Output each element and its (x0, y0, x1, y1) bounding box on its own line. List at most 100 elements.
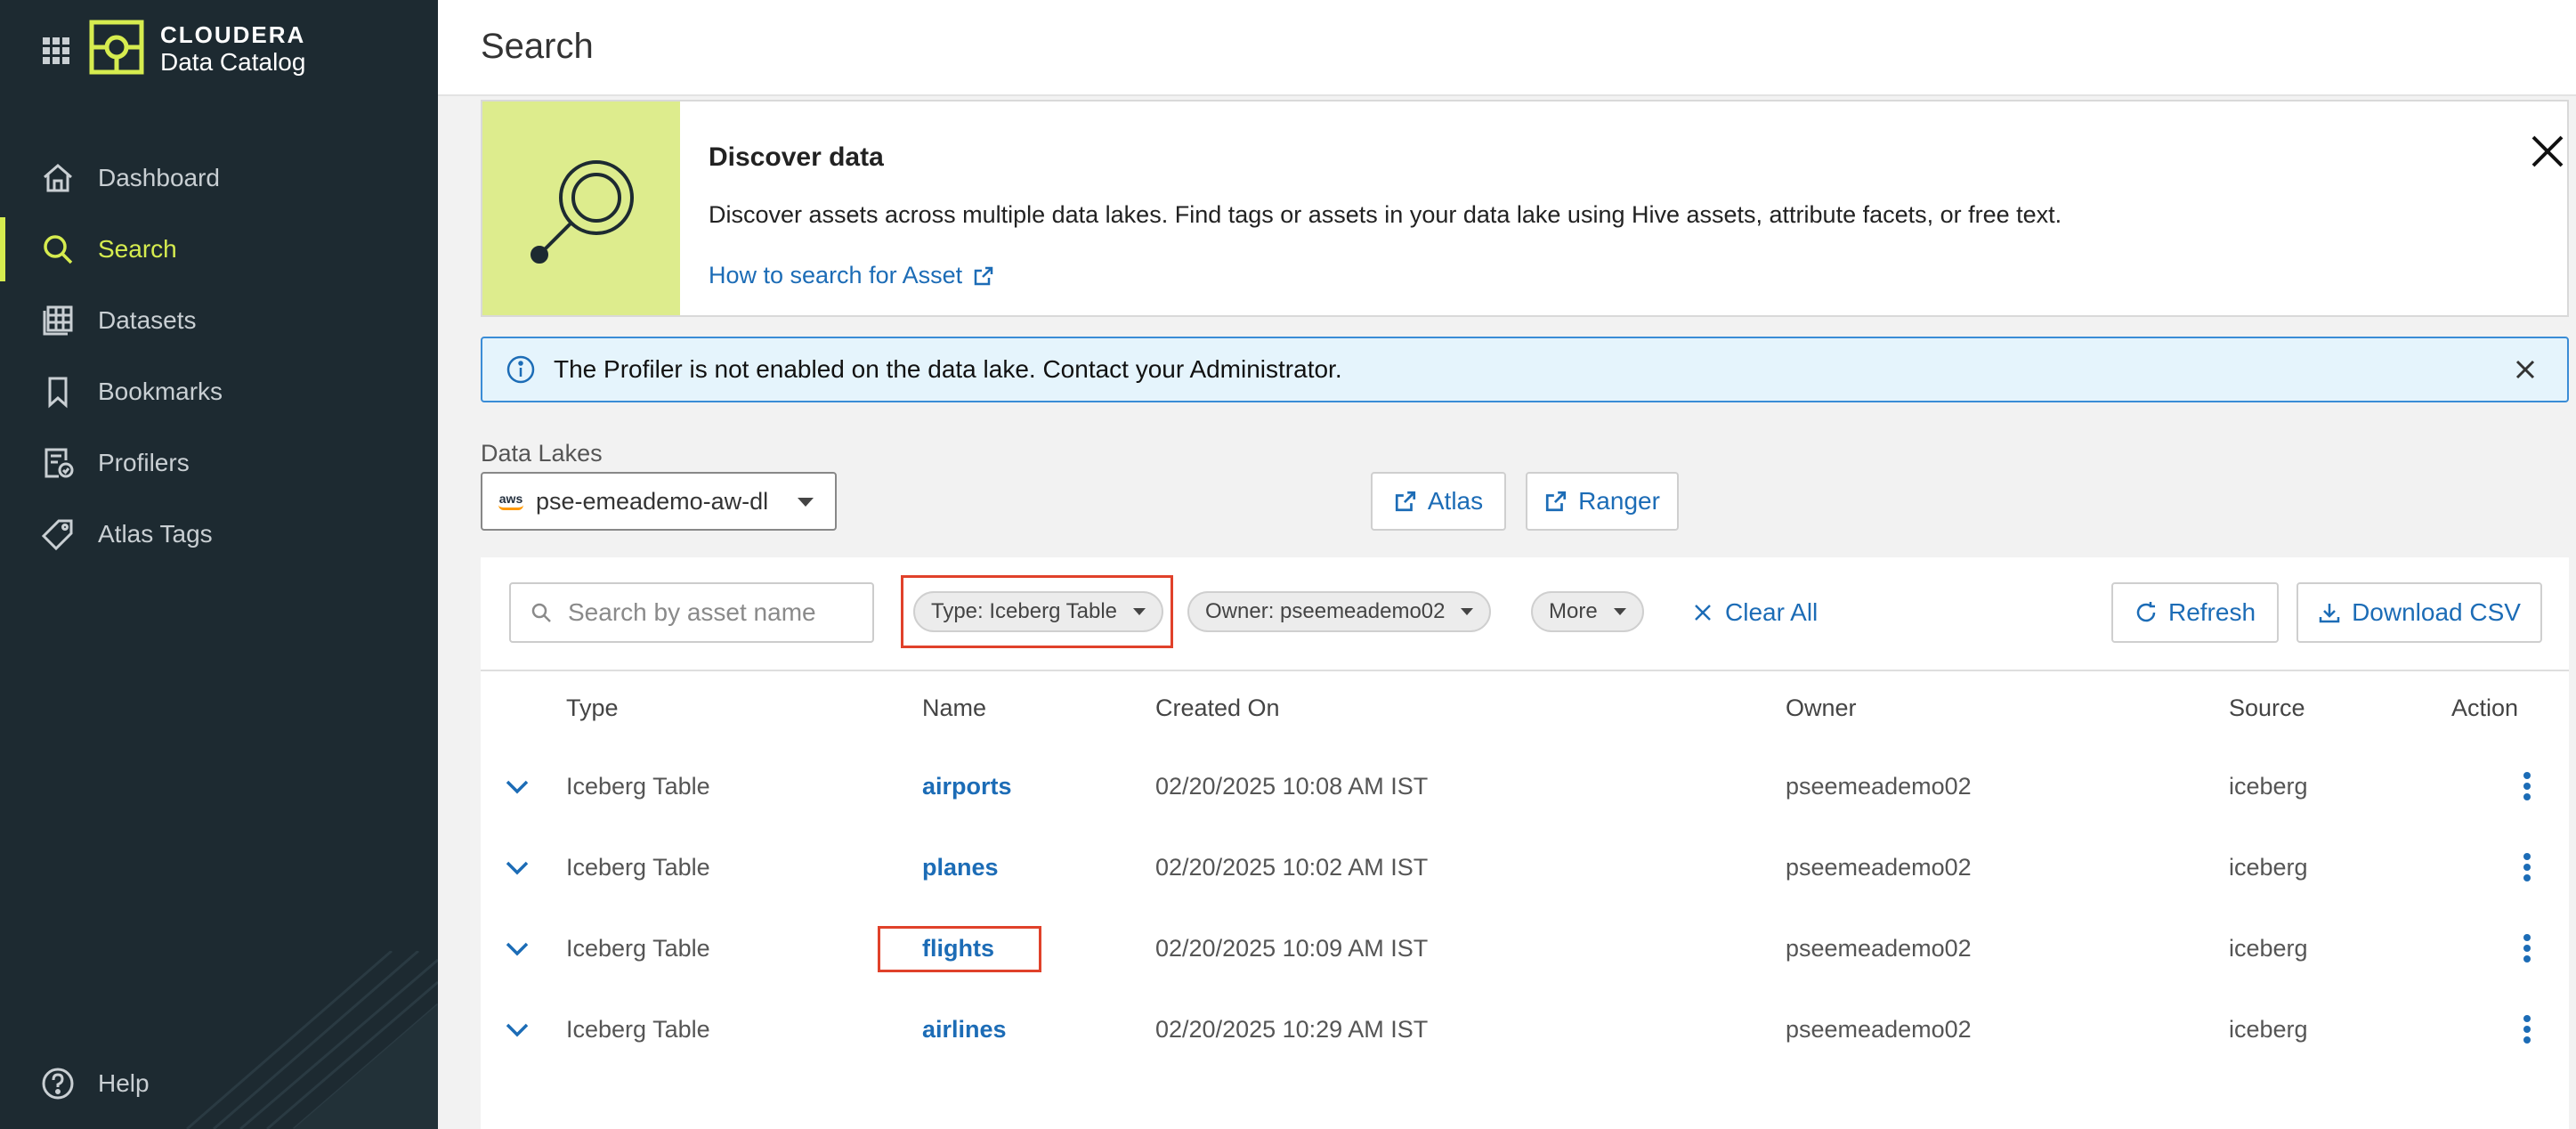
datasets-icon (43, 305, 73, 336)
alert-message: The Profiler is not enabled on the data … (554, 355, 1342, 383)
column-header-name[interactable]: Name (922, 694, 986, 722)
column-header-created-on[interactable]: Created On (1155, 694, 1280, 722)
apps-grid-icon[interactable] (41, 36, 71, 66)
home-icon (44, 164, 72, 192)
row-name-link[interactable]: planes (922, 827, 999, 908)
sidebar-item-search[interactable]: Search (0, 214, 438, 285)
sidebar-nav: Dashboard Search Datasets Bookmarks Prof… (0, 142, 438, 570)
download-csv-button[interactable]: Download CSV (2297, 582, 2542, 643)
alert-close-icon[interactable] (2514, 358, 2537, 381)
tag-icon (41, 519, 73, 551)
external-link-icon (974, 266, 993, 285)
clear-all-label: Clear All (1725, 598, 1819, 626)
data-lakes-label: Data Lakes (481, 440, 603, 467)
row-name-link[interactable]: airlines (922, 989, 1007, 1070)
kebab-menu-icon[interactable] (2523, 852, 2531, 882)
row-type: Iceberg Table (566, 854, 710, 881)
sidebar-decoration (186, 951, 438, 1129)
column-header-action: Action (2451, 694, 2519, 721)
magnifier-illustration-icon (531, 160, 634, 264)
how-to-search-label: How to search for Asset (709, 262, 963, 288)
external-link-icon (1395, 491, 1415, 512)
row-owner: pseemeademo02 (1786, 773, 1972, 800)
owner-filter-label: Owner: pseemeademo02 (1205, 599, 1446, 623)
sidebar-item-dashboard[interactable]: Dashboard (0, 142, 438, 214)
help-link[interactable]: Help (41, 1067, 150, 1101)
more-filter-chip[interactable]: More (1531, 591, 1644, 632)
chevron-down-icon (798, 498, 814, 507)
info-icon (506, 355, 535, 384)
sidebar-item-label: Atlas Tags (98, 520, 213, 548)
chevron-down-icon[interactable] (504, 773, 531, 800)
brand: CLOUDERA Data Catalog (160, 21, 305, 77)
ranger-button[interactable]: Ranger (1526, 472, 1679, 531)
external-link-icon (1545, 491, 1567, 512)
data-lake-select[interactable]: aws pse-emeademo-aw-dl (481, 472, 837, 531)
close-icon (1695, 605, 1711, 621)
refresh-icon (2136, 602, 2156, 622)
discover-banner: Discover data Discover assets across mul… (481, 100, 2569, 317)
row-source: iceberg (2229, 854, 2308, 881)
kebab-menu-icon[interactable] (2523, 933, 2531, 963)
column-header-type[interactable]: Type (566, 694, 619, 722)
sidebar-item-datasets[interactable]: Datasets (0, 285, 438, 356)
table-row: Iceberg Table airports 02/20/2025 10:08 … (481, 746, 2569, 827)
row-created-on: 02/20/2025 10:29 AM IST (1155, 1016, 1429, 1043)
sidebar-item-label: Search (98, 235, 177, 263)
profiler-icon (45, 448, 74, 478)
owner-filter-chip[interactable]: Owner: pseemeademo02 (1187, 591, 1492, 632)
help-label: Help (98, 1069, 150, 1097)
close-icon[interactable] (2530, 134, 2565, 169)
search-results-card: Search by asset name Type: Iceberg Table… (481, 557, 2569, 1129)
sidebar-item-profilers[interactable]: Profilers (0, 427, 438, 499)
search-icon (531, 603, 551, 622)
table-row: Iceberg Table flights 02/20/2025 10:09 A… (481, 908, 2569, 989)
row-name-link[interactable]: airports (922, 746, 1012, 827)
help-icon (42, 1068, 74, 1100)
download-csv-label: Download CSV (2352, 598, 2521, 626)
search-icon (44, 235, 73, 264)
table-row: Iceberg Table airlines 02/20/2025 10:29 … (481, 989, 2569, 1070)
brand-product: Data Catalog (160, 48, 306, 76)
asset-search-input[interactable]: Search by asset name (509, 582, 874, 643)
row-created-on: 02/20/2025 10:02 AM IST (1155, 854, 1429, 881)
row-type: Iceberg Table (566, 935, 710, 962)
chevron-down-icon[interactable] (504, 1016, 531, 1043)
row-owner: pseemeademo02 (1786, 854, 1972, 881)
chevron-down-icon[interactable] (504, 935, 531, 962)
row-source: iceberg (2229, 773, 2308, 800)
page-title: Search (481, 27, 594, 66)
main-content: Search Discover data Discover assets acr… (438, 0, 2576, 1129)
discover-title: Discover data (709, 142, 884, 172)
chevron-down-icon[interactable] (504, 854, 531, 881)
refresh-button[interactable]: Refresh (2111, 582, 2279, 643)
discover-description: Discover assets across multiple data lak… (709, 201, 2062, 228)
sidebar-item-label: Profilers (98, 449, 190, 476)
sidebar-item-label: Dashboard (98, 164, 220, 191)
aws-icon: aws (498, 492, 523, 510)
download-icon (2319, 604, 2340, 623)
column-header-owner[interactable]: Owner (1786, 694, 1857, 722)
flights-highlight (878, 926, 1041, 972)
how-to-search-link[interactable]: How to search for Asset (709, 262, 994, 289)
row-source: iceberg (2229, 935, 2308, 962)
row-type: Iceberg Table (566, 773, 710, 800)
cloudera-logo-icon (89, 20, 144, 75)
column-header-source[interactable]: Source (2229, 694, 2305, 722)
search-placeholder: Search by asset name (568, 598, 816, 626)
sidebar-item-atlas-tags[interactable]: Atlas Tags (0, 499, 438, 570)
row-source: iceberg (2229, 1016, 2308, 1043)
kebab-menu-icon[interactable] (2523, 1014, 2531, 1044)
row-type: Iceberg Table (566, 1016, 710, 1043)
sidebar-item-bookmarks[interactable]: Bookmarks (0, 356, 438, 427)
data-lake-value: pse-emeademo-aw-dl (536, 487, 769, 515)
atlas-label: Atlas (1427, 487, 1484, 515)
atlas-button[interactable]: Atlas (1371, 472, 1506, 531)
clear-all-button[interactable]: Clear All (1693, 593, 1818, 632)
chevron-down-icon (1613, 608, 1626, 615)
discover-illustration (482, 102, 680, 315)
filter-toolbar: Search by asset name Type: Iceberg Table… (481, 557, 2569, 671)
row-created-on: 02/20/2025 10:08 AM IST (1155, 773, 1429, 800)
ranger-label: Ranger (1578, 487, 1660, 515)
kebab-menu-icon[interactable] (2523, 771, 2531, 801)
